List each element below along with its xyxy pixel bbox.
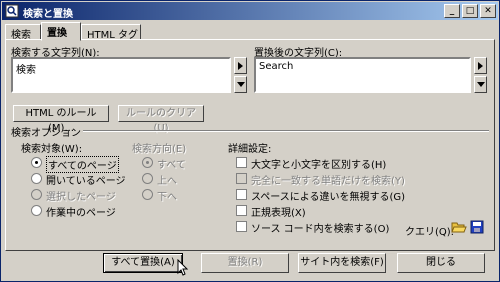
close-window-button[interactable]: ✕ <box>480 4 496 18</box>
search-menu-right-button[interactable] <box>234 57 247 74</box>
checkbox-regex-label: 正規表現(X) <box>251 208 306 219</box>
search-target-label: 検索対象(W): <box>21 144 83 155</box>
clear-rules-button[interactable]: ルールのクリア(U) <box>118 105 204 134</box>
triangle-right-icon <box>478 62 483 70</box>
radio-open-pages-label: 開いているページ <box>46 176 126 187</box>
radio-dot <box>35 161 38 164</box>
search-history-down-button[interactable] <box>234 76 247 93</box>
save-icon[interactable] <box>470 220 484 234</box>
advanced-settings-label: 詳細設定: <box>228 144 272 155</box>
radio-dot <box>146 161 149 164</box>
radio-all-pages-label: すべてのページ <box>46 156 119 173</box>
find-in-site-button[interactable]: サイト内を検索(F) <box>298 253 386 273</box>
group-divider <box>83 130 489 132</box>
checkbox-search-source[interactable] <box>236 221 247 232</box>
replace-text-field[interactable]: Search <box>254 57 471 93</box>
title-bar: 検索と置換 _ □ ✕ <box>2 2 498 20</box>
checkbox-ignore-whitespace-label: スペースによる違いを無視する(G) <box>251 192 406 203</box>
radio-direction-up-label: 上へ <box>157 176 177 187</box>
replace-menu-right-button[interactable] <box>474 57 487 74</box>
radio-direction-down-label: 下へ <box>157 192 177 203</box>
checkbox-ignore-whitespace[interactable] <box>236 189 247 200</box>
close-button[interactable]: 閉じる <box>397 253 485 273</box>
replace-button[interactable]: 置換(R) <box>201 253 289 273</box>
checkbox-whole-word[interactable] <box>236 173 247 184</box>
tab-replace[interactable]: 置換 <box>41 22 81 41</box>
search-direction-label: 検索方向(E) <box>132 144 187 155</box>
checkbox-regex[interactable] <box>236 205 247 216</box>
minimize-button[interactable]: _ <box>444 4 460 18</box>
triangle-down-icon <box>237 82 245 87</box>
query-label: クエリ(Q): <box>405 227 455 238</box>
tab-html-tags[interactable]: HTML タグ <box>81 24 141 41</box>
replace-history-down-button[interactable] <box>474 76 487 93</box>
triangle-down-icon <box>477 82 485 87</box>
app-icon <box>5 4 19 18</box>
radio-open-pages[interactable] <box>31 173 42 184</box>
radio-all-pages[interactable] <box>31 157 42 168</box>
window-title: 検索と置換 <box>23 9 73 20</box>
checkbox-search-source-label: ソース コード内を検索する(O) <box>251 224 390 235</box>
find-replace-dialog: 検索と置換 _ □ ✕ 検索 置換 HTML タグ 検索する文字列(N): 検索… <box>0 0 500 282</box>
search-text-field[interactable]: 検索 <box>11 57 231 93</box>
radio-selected-pages-label: 選択したページ <box>46 192 116 203</box>
tab-search[interactable]: 検索 <box>5 24 41 41</box>
radio-selected-pages[interactable] <box>31 189 42 200</box>
radio-current-page[interactable] <box>31 205 42 216</box>
checkbox-match-case[interactable] <box>236 157 247 168</box>
maximize-button[interactable]: □ <box>462 4 478 18</box>
triangle-right-icon <box>238 62 243 70</box>
checkbox-whole-word-label: 完全に一致する単語だけを検索(Y) <box>251 176 405 187</box>
radio-direction-up[interactable] <box>142 173 153 184</box>
radio-direction-all[interactable] <box>142 157 153 168</box>
radio-direction-down[interactable] <box>142 189 153 200</box>
radio-current-page-label: 作業中のページ <box>46 208 116 219</box>
checkbox-match-case-label: 大文字と小文字を区別する(H) <box>251 160 387 171</box>
open-folder-icon[interactable] <box>451 220 467 234</box>
replace-all-button[interactable]: すべて置換(A) <box>103 253 183 273</box>
search-options-label: 検索オプション <box>11 128 81 139</box>
radio-direction-all-label: すべて <box>157 160 186 171</box>
html-rules-button[interactable]: HTML のルール(M)... <box>13 105 109 134</box>
mouse-cursor-icon <box>177 259 189 276</box>
